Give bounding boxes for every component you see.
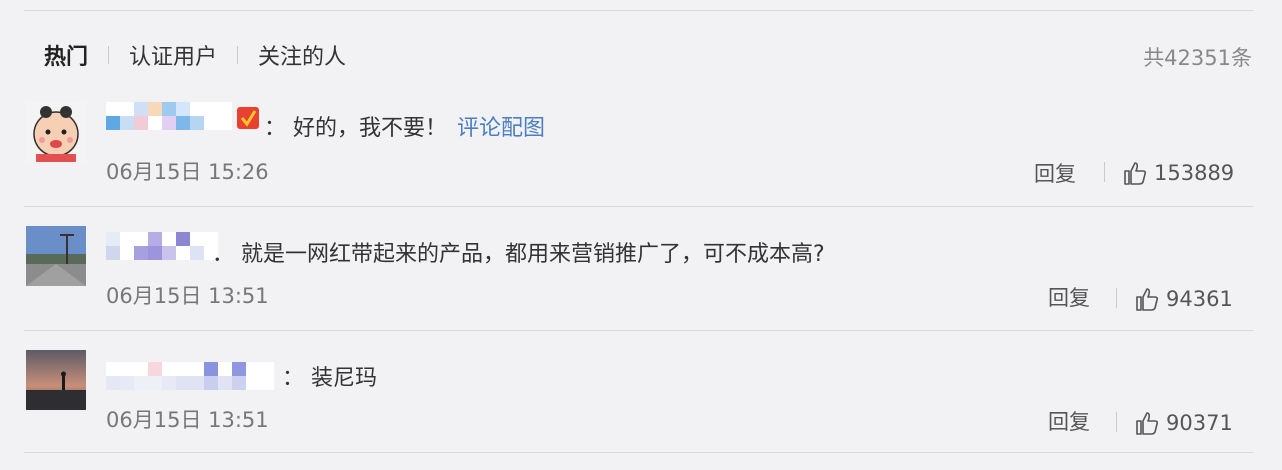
reply-button[interactable]: 回复 [1048,406,1090,436]
comment-text: ： 好的，我不要！ [264,116,447,141]
thumbs-up-icon [1136,412,1159,435]
street-photo-avatar-icon[interactable] [26,226,86,286]
comment-item: ． 就是一网红带起来的产品，都用来营销推广了，可不成本高? 06月15日 13:… [0,226,1282,346]
tab-separator [108,46,110,64]
vip-badge-icon [236,106,260,130]
tab-following[interactable]: 关注的人 [258,39,346,71]
comment-divider [24,206,1254,207]
reply-button[interactable]: 回复 [1034,158,1076,188]
cartoon-girl-avatar-icon[interactable] [26,102,86,162]
username-mosaic[interactable] [106,102,232,130]
like-button[interactable]: 90371 [1134,410,1233,436]
comment-item: ： 好的，我不要！ 评论配图 06月15日 15:26 回复 153889 [0,102,1282,222]
comment-text: ： 装尼玛 [282,366,377,391]
like-button[interactable]: 153889 [1122,160,1234,186]
total-comment-count: 共42351条 [1143,46,1252,70]
action-separator [1116,288,1117,308]
top-divider [24,10,1254,11]
username-mosaic[interactable] [106,232,218,260]
comment-divider [24,452,1254,453]
like-button[interactable]: 94361 [1134,286,1233,312]
comment-text: ． 就是一网红带起来的产品，都用来营销推广了，可不成本高? [212,242,825,267]
comment-time: 06月15日 15:26 [106,160,269,184]
like-count: 94361 [1166,287,1233,311]
comment-divider [24,330,1254,331]
action-separator [1104,162,1105,182]
username-mosaic[interactable] [106,362,274,390]
sunset-photo-avatar-icon[interactable] [26,350,86,410]
action-separator [1116,412,1117,432]
thumbs-up-icon [1136,288,1159,311]
reply-button[interactable]: 回复 [1048,282,1090,312]
like-count: 153889 [1154,161,1235,185]
tab-hot[interactable]: 热门 [44,39,88,71]
comment-filter-tabs: 热门 认证用户 关注的人 [44,40,346,70]
like-count: 90371 [1166,411,1233,435]
tab-separator [237,46,239,64]
comment-image-link[interactable]: 评论配图 [457,116,545,141]
comment-time: 06月15日 13:51 [106,284,269,308]
comment-time: 06月15日 13:51 [106,408,269,432]
thumbs-up-icon [1124,162,1147,185]
tab-verified-users[interactable]: 认证用户 [129,39,217,71]
comment-text-line: ： 好的，我不要！ 评论配图 [264,110,545,142]
